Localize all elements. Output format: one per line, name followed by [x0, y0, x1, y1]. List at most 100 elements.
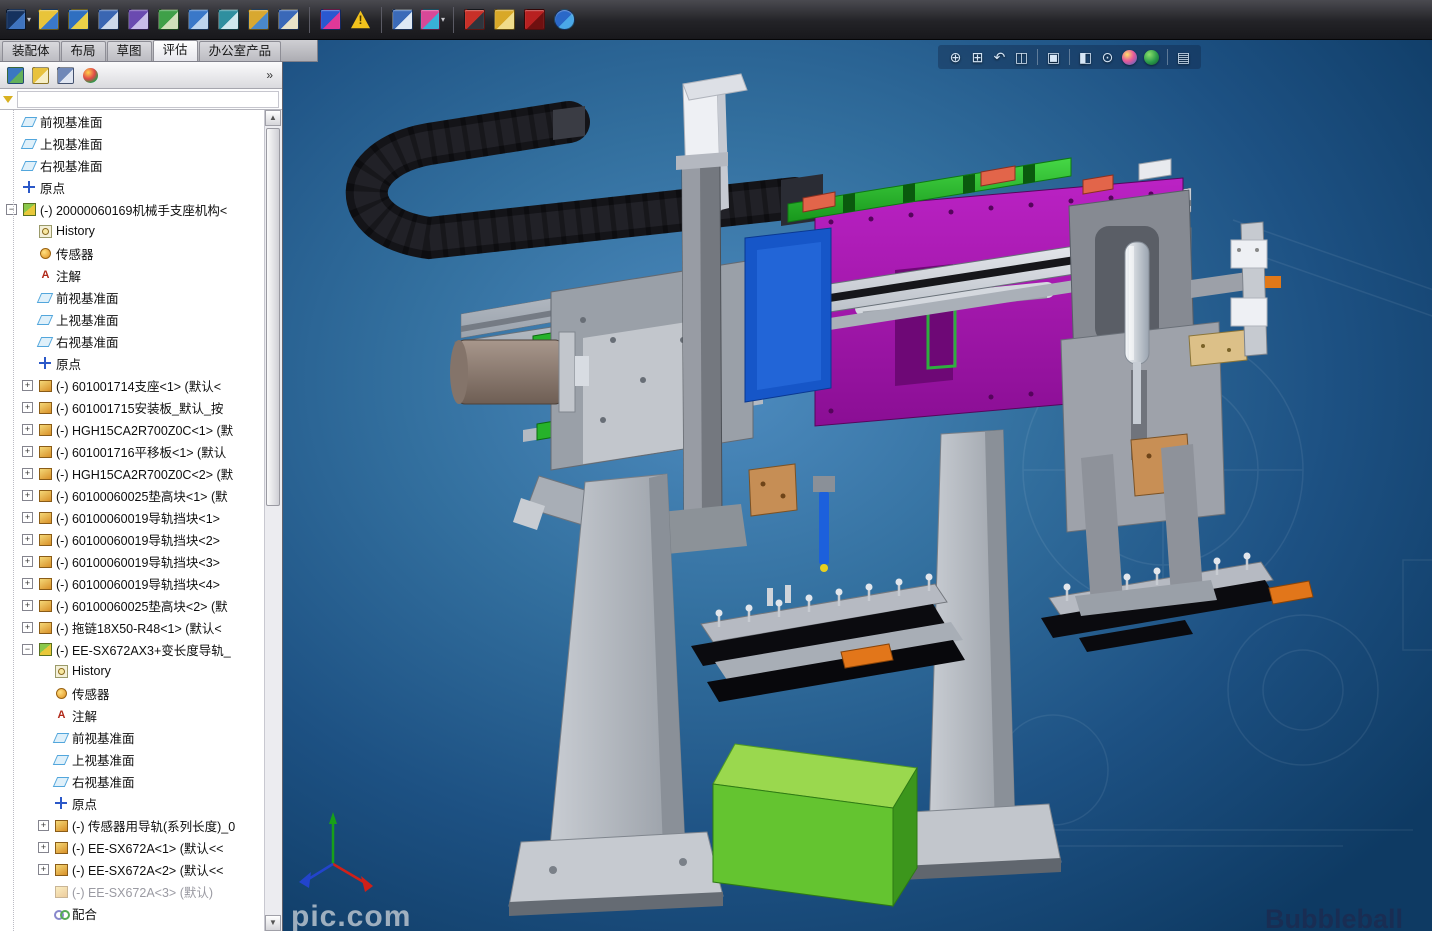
panel-overflow-button[interactable]: »	[262, 68, 277, 82]
interference-detection-icon[interactable]: !	[348, 7, 373, 32]
scroll-down-button[interactable]: ▼	[265, 915, 281, 931]
mate-icon[interactable]	[66, 7, 91, 32]
linear-component-pattern-icon[interactable]	[96, 7, 121, 32]
propertymanager-tab-icon[interactable]	[30, 65, 50, 85]
tree-item[interactable]: +(-) 60100060019导轨挡块<4>	[0, 572, 265, 594]
assembly-document-icon[interactable]: ▾	[6, 7, 31, 32]
tree-item[interactable]: History	[0, 660, 265, 682]
tree-item[interactable]: 注解	[0, 704, 265, 726]
tree-scrollbar[interactable]: ▲ ▼	[264, 110, 282, 931]
tree-item[interactable]: +(-) 拖链18X50-R48<1> (默认<	[0, 616, 265, 638]
expand-toggle[interactable]: +	[22, 424, 33, 435]
expand-toggle[interactable]: +	[22, 600, 33, 611]
filter-input[interactable]	[17, 91, 279, 108]
3d-viewport[interactable]: pic.com Bubbleball ⊕⊞↶◫▣◧⊙▤	[283, 40, 1432, 931]
tree-item[interactable]: +(-) 60100060025垫高块<1> (默	[0, 484, 265, 506]
tree-item[interactable]: (-) EE-SX672A<3> (默认)	[0, 880, 265, 902]
tab-3[interactable]: 草图	[107, 41, 152, 61]
tree-item[interactable]: 原点	[0, 176, 265, 198]
edrawings-globe-icon[interactable]	[552, 7, 577, 32]
tree-item[interactable]: 上视基准面	[0, 132, 265, 154]
tree-item[interactable]: 注解	[0, 264, 265, 286]
show-hidden-components-icon[interactable]	[186, 7, 211, 32]
configurationmanager-tab-icon[interactable]	[55, 65, 75, 85]
tree-item[interactable]: 上视基准面	[0, 748, 265, 770]
tree-item[interactable]: +(-) 60100060019导轨挡块<3>	[0, 550, 265, 572]
expand-toggle[interactable]: +	[22, 578, 33, 589]
design-report-icon[interactable]	[390, 7, 415, 32]
dropdown-arrow-icon[interactable]: ▾	[441, 15, 445, 24]
tree-item[interactable]: 右视基准面	[0, 770, 265, 792]
curvature-display-icon[interactable]: ▾	[420, 7, 445, 32]
expand-toggle[interactable]: +	[22, 622, 33, 633]
tree-item[interactable]: +(-) HGH15CA2R700Z0C<1> (默	[0, 418, 265, 440]
expand-toggle[interactable]: +	[38, 820, 49, 831]
apply-scene-icon[interactable]	[1144, 50, 1159, 65]
tree-item[interactable]: 配合	[0, 902, 265, 924]
tree-item[interactable]: 前视基准面	[0, 286, 265, 308]
expand-toggle[interactable]: +	[22, 556, 33, 567]
tree-item[interactable]: 原点	[0, 352, 265, 374]
tree-item[interactable]: 右视基准面	[0, 330, 265, 352]
tab-1[interactable]: 装配体	[2, 41, 60, 61]
bill-of-materials-icon[interactable]	[276, 7, 301, 32]
tree-item[interactable]: +(-) HGH15CA2R700Z0C<2> (默	[0, 462, 265, 484]
tree-item[interactable]: 上视基准面	[0, 308, 265, 330]
expand-toggle[interactable]: +	[22, 446, 33, 457]
tree-item[interactable]: +(-) EE-SX672A<2> (默认<<	[0, 858, 265, 880]
zoom-to-area-icon[interactable]: ⊞	[968, 48, 987, 67]
featuremanager-tree-tab-icon[interactable]	[5, 65, 25, 85]
expand-toggle[interactable]: +	[38, 842, 49, 853]
section-view-icon[interactable]: ◫	[1012, 48, 1031, 67]
tree-item[interactable]: 原点	[0, 792, 265, 814]
hide-show-items-icon[interactable]: ⊙	[1098, 48, 1117, 67]
scroll-up-button[interactable]: ▲	[265, 110, 281, 126]
expand-toggle[interactable]: +	[22, 512, 33, 523]
displaymanager-tab-icon[interactable]	[80, 65, 100, 85]
tree-item[interactable]: −(-) EE-SX672AX3+变长度导轨_	[0, 638, 265, 660]
tree-item[interactable]: +(-) 601001714支座<1> (默认<	[0, 374, 265, 396]
view-settings-icon[interactable]: ▤	[1174, 48, 1193, 67]
tab-2[interactable]: 布局	[61, 41, 106, 61]
tree-item[interactable]: +(-) 601001715安装板_默认_按	[0, 396, 265, 418]
simulation-module-icon[interactable]	[522, 7, 547, 32]
display-style-icon[interactable]: ◧	[1076, 48, 1095, 67]
insert-component-icon[interactable]	[36, 7, 61, 32]
exploded-view-icon[interactable]	[492, 7, 517, 32]
expand-toggle[interactable]: −	[6, 204, 17, 215]
tree-item[interactable]: +(-) 60100060025垫高块<2> (默	[0, 594, 265, 616]
motion-study-icon[interactable]	[462, 7, 487, 32]
dropdown-arrow-icon[interactable]: ▾	[27, 15, 31, 24]
tree-item[interactable]: 传感器	[0, 682, 265, 704]
smart-fasteners-icon[interactable]	[126, 7, 151, 32]
tree-item[interactable]: History	[0, 220, 265, 242]
tab-5[interactable]: 办公室产品	[199, 41, 282, 61]
tab-4[interactable]: 评估	[153, 40, 198, 61]
tree-item[interactable]: +(-) 60100060019导轨挡块<1>	[0, 506, 265, 528]
tree-item[interactable]: 传感器	[0, 242, 265, 264]
tree-item[interactable]: −(-) 20000060169机械手支座机构<	[0, 198, 265, 220]
expand-toggle[interactable]: +	[22, 380, 33, 391]
tree-item[interactable]: 前视基准面	[0, 110, 265, 132]
tree-item[interactable]: +(-) 60100060019导轨挡块<2>	[0, 528, 265, 550]
expand-toggle[interactable]: +	[22, 534, 33, 545]
expand-toggle[interactable]: +	[22, 468, 33, 479]
expand-toggle[interactable]: +	[22, 490, 33, 501]
edit-appearance-icon[interactable]	[1122, 50, 1137, 65]
tree-item[interactable]: 前视基准面	[0, 726, 265, 748]
tree-item[interactable]: +(-) EE-SX672A<1> (默认<<	[0, 836, 265, 858]
view-orientation-icon[interactable]: ▣	[1044, 48, 1063, 67]
previous-view-icon[interactable]: ↶	[990, 48, 1009, 67]
expand-toggle[interactable]: +	[22, 402, 33, 413]
tree-item[interactable]: 右视基准面	[0, 154, 265, 176]
tree-item[interactable]: +(-) 传感器用导轨(系列长度)_0	[0, 814, 265, 836]
expand-toggle[interactable]: +	[38, 864, 49, 875]
scroll-thumb[interactable]	[266, 128, 280, 506]
reference-geometry-icon[interactable]	[246, 7, 271, 32]
expand-toggle[interactable]: −	[22, 644, 33, 655]
tree-item[interactable]: +(-) 601001716平移板<1> (默认	[0, 440, 265, 462]
edit-appearance-icon[interactable]	[318, 7, 343, 32]
move-component-icon[interactable]	[156, 7, 181, 32]
zoom-to-fit-icon[interactable]: ⊕	[946, 48, 965, 67]
assembly-features-icon[interactable]	[216, 7, 241, 32]
